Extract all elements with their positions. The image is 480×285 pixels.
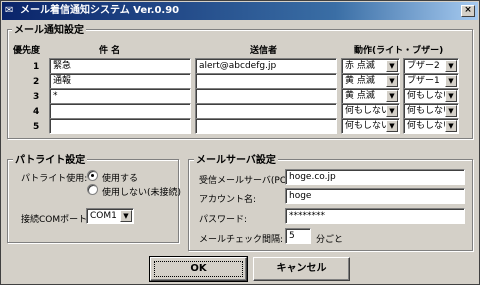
light-select[interactable]: 赤 点滅 ▼ <box>341 58 400 74</box>
sender-input[interactable] <box>195 103 337 119</box>
subject-input[interactable] <box>49 103 191 119</box>
row-number: 5 <box>33 122 40 132</box>
focus-rect <box>154 261 243 277</box>
chevron-down-icon[interactable]: ▼ <box>445 105 457 117</box>
port-value: COM1 <box>90 211 117 221</box>
patlite-use-label: パトライト使用: <box>21 174 88 184</box>
light-value: 赤 点滅 <box>345 61 375 71</box>
server-group-label: メールサーバ設定 <box>194 151 278 166</box>
app-icon: ✉ <box>5 5 14 16</box>
light-value: 何もしない <box>345 106 391 116</box>
buzzer-value: ブザー1 <box>407 76 440 86</box>
password-input[interactable]: ******** <box>285 208 465 224</box>
header-action: 動作(ライト・ブザー) <box>354 46 444 56</box>
notify-group-label: メール通知設定 <box>12 21 86 36</box>
light-select[interactable]: 黄 点滅 ▼ <box>341 73 400 89</box>
subject-input[interactable]: * <box>49 88 191 104</box>
radio-use-label[interactable]: 使用する <box>102 171 138 184</box>
chevron-down-icon[interactable]: ▼ <box>445 75 457 87</box>
account-label: アカウント名: <box>199 195 257 205</box>
header-sender: 送信者 <box>250 46 278 56</box>
ok-button[interactable]: OK <box>149 256 248 282</box>
chevron-down-icon[interactable]: ▼ <box>445 60 457 72</box>
buzzer-select[interactable]: 何もしない ▼ <box>403 118 459 134</box>
interval-label: メールチェック間隔: <box>199 235 284 245</box>
cancel-button-label: キャンセル <box>276 263 327 274</box>
row-number: 1 <box>33 62 40 72</box>
pop3-input[interactable]: hoge.co.jp <box>285 169 465 185</box>
buzzer-select[interactable]: 何もしない ▼ <box>403 88 459 104</box>
chevron-down-icon[interactable]: ▼ <box>386 120 398 132</box>
buzzer-value: ブザー2 <box>407 61 440 71</box>
header-subject: 件 名 <box>99 46 121 56</box>
header-priority: 優先度 <box>13 46 41 56</box>
password-label: パスワード: <box>199 215 248 225</box>
sender-input[interactable] <box>195 73 337 89</box>
radio-nouse-label[interactable]: 使用しない(未接続) <box>102 185 181 198</box>
light-select[interactable]: 何もしない ▼ <box>341 118 400 134</box>
buzzer-select[interactable]: ブザー2 ▼ <box>403 58 459 74</box>
light-value: 黄 点滅 <box>345 91 375 101</box>
chevron-down-icon[interactable]: ▼ <box>386 90 398 102</box>
row-number: 2 <box>33 77 40 87</box>
port-select[interactable]: COM1 ▼ <box>86 208 134 224</box>
chevron-down-icon[interactable]: ▼ <box>445 90 457 102</box>
light-select[interactable]: 何もしない ▼ <box>341 103 400 119</box>
close-icon[interactable]: × <box>461 5 475 17</box>
chevron-down-icon[interactable]: ▼ <box>120 210 132 222</box>
interval-input[interactable]: 5 <box>285 228 311 244</box>
light-value: 何もしない <box>345 121 391 131</box>
subject-input[interactable]: 通報 <box>49 73 191 89</box>
buzzer-select[interactable]: 何もしない ▼ <box>403 103 459 119</box>
light-select[interactable]: 黄 点滅 ▼ <box>341 88 400 104</box>
chevron-down-icon[interactable]: ▼ <box>386 75 398 87</box>
sender-input[interactable] <box>195 118 337 134</box>
window-title: メール着信通知システム Ver.0.90 <box>20 5 180 16</box>
chevron-down-icon[interactable]: ▼ <box>445 120 457 132</box>
cancel-button[interactable]: キャンセル <box>253 257 350 281</box>
sender-input[interactable]: alert@abcdefg.jp <box>195 58 337 74</box>
chevron-down-icon[interactable]: ▼ <box>386 60 398 72</box>
row-number: 4 <box>33 107 40 117</box>
main-window: ✉ メール着信通知システム Ver.0.90 × メール通知設定 優先度 件 名… <box>0 0 480 285</box>
subject-input[interactable]: 緊急 <box>49 58 191 74</box>
buzzer-select[interactable]: ブザー1 ▼ <box>403 73 459 89</box>
subject-input[interactable] <box>49 118 191 134</box>
port-label: 接続COMポート: <box>21 215 91 225</box>
row-number: 3 <box>33 92 40 102</box>
radio-use[interactable] <box>87 170 98 181</box>
title-bar: ✉ メール着信通知システム Ver.0.90 × <box>2 2 478 20</box>
light-value: 黄 点滅 <box>345 76 375 86</box>
patlite-group-label: パトライト設定 <box>13 151 88 166</box>
sender-input[interactable] <box>195 88 337 104</box>
interval-unit: 分ごと <box>316 235 344 245</box>
radio-nouse[interactable] <box>87 184 98 195</box>
account-input[interactable]: hoge <box>285 188 465 204</box>
chevron-down-icon[interactable]: ▼ <box>386 105 398 117</box>
